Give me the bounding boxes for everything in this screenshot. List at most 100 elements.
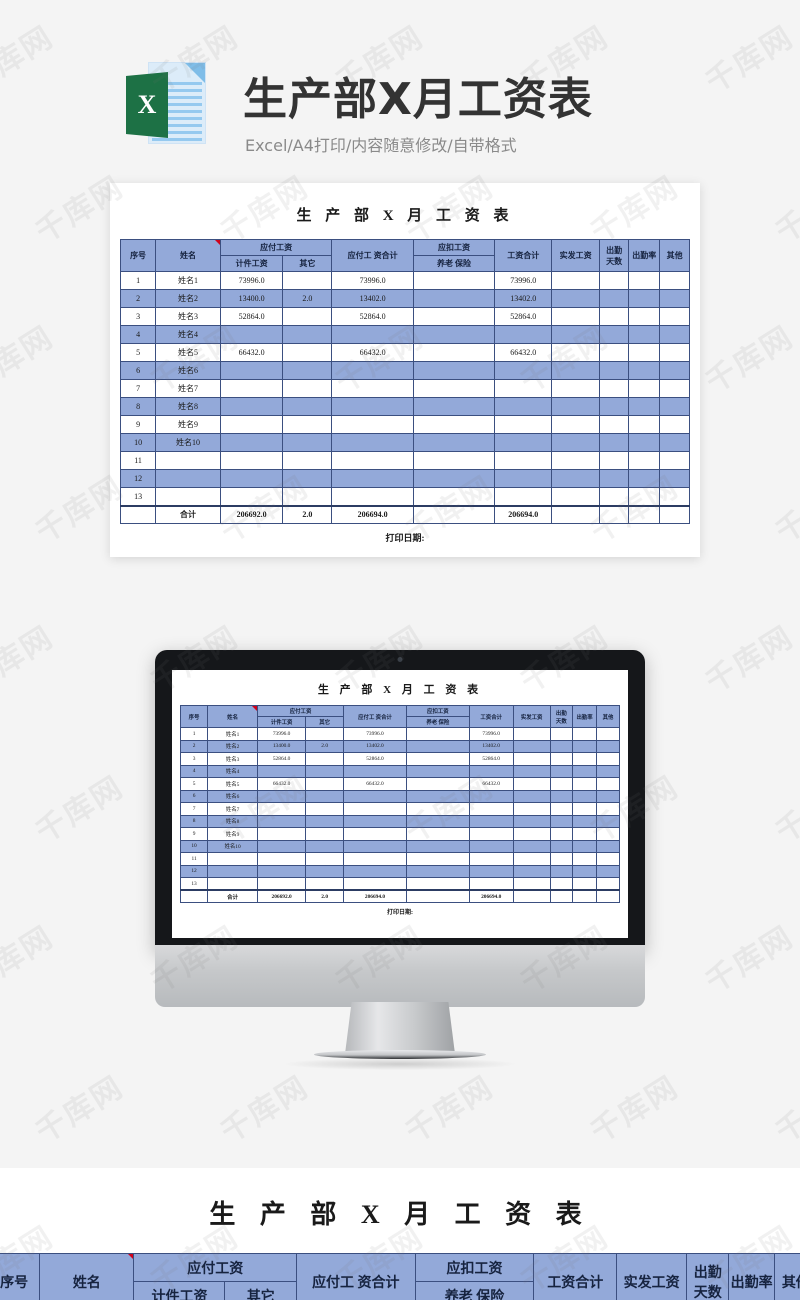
cell-other[interactable] [305, 789, 345, 803]
cell-pension-insurance[interactable] [412, 487, 496, 506]
cell-actual-pay[interactable] [512, 852, 551, 866]
cell-other[interactable] [282, 379, 333, 398]
cell-name[interactable] [155, 469, 221, 488]
col-header-piece-wage[interactable]: 计件工资 [219, 255, 284, 272]
cell-attendance-days[interactable] [599, 487, 630, 506]
cell-piece-wage[interactable] [257, 877, 307, 891]
cell-attendance-days[interactable] [599, 325, 630, 344]
cell-actual-pay[interactable] [551, 451, 601, 470]
cell-wage-total[interactable] [468, 789, 514, 803]
cell-wage-total[interactable]: 73996.0 [494, 271, 553, 290]
cell-attendance-days[interactable] [549, 839, 574, 853]
cell-wage-total[interactable] [468, 877, 514, 891]
cell-pension-insurance[interactable] [405, 852, 470, 866]
table-row[interactable]: 6 姓名6 [119, 361, 690, 380]
cell-wage-total[interactable] [494, 433, 553, 452]
cell-name[interactable]: 姓名9 [207, 827, 259, 841]
cell-wage-total[interactable]: 13402.0 [494, 289, 553, 308]
cell-misc[interactable] [596, 877, 620, 891]
cell-attendance-rate[interactable] [572, 777, 598, 791]
cell-piece-wage[interactable]: 66432.0 [219, 343, 284, 362]
cell-seq[interactable]: 4 [179, 764, 209, 778]
cell-seq[interactable]: 12 [119, 469, 157, 488]
table-row[interactable]: 6 姓名6 [179, 789, 620, 803]
cell-total-piece-wage[interactable]: 206692.0 [219, 504, 284, 524]
cell-total-attendance-days[interactable] [549, 889, 574, 903]
cell-pension-insurance[interactable] [405, 764, 470, 778]
cell-wage-total[interactable] [494, 397, 553, 416]
cell-payable-total[interactable]: 66432.0 [331, 343, 414, 362]
cell-actual-pay[interactable] [512, 727, 551, 741]
cell-misc[interactable] [659, 343, 690, 362]
cell-seq[interactable]: 9 [119, 415, 157, 434]
cell-misc[interactable] [659, 415, 690, 434]
cell-actual-pay[interactable] [512, 752, 551, 766]
cell-actual-pay[interactable] [551, 271, 601, 290]
cell-attendance-rate[interactable] [628, 415, 661, 434]
cell-pension-insurance[interactable] [412, 379, 496, 398]
table-row[interactable]: 7 姓名7 [119, 379, 690, 398]
cell-other[interactable] [282, 397, 333, 416]
table-total-row[interactable]: 合计 206692.0 2.0 206694.0 206694.0 [119, 504, 690, 524]
col-header-piece-wage[interactable]: 计件工资 [133, 1281, 226, 1300]
cell-total-other[interactable]: 2.0 [305, 889, 345, 903]
cell-actual-pay[interactable] [512, 802, 551, 816]
cell-pension-insurance[interactable] [405, 877, 470, 891]
cell-piece-wage[interactable] [257, 852, 307, 866]
cell-piece-wage[interactable]: 73996.0 [219, 271, 284, 290]
cell-payable-total[interactable] [343, 814, 407, 828]
col-header-payable-group[interactable]: 应付工资 [219, 239, 333, 256]
cell-misc[interactable] [596, 852, 620, 866]
col-header-attendance-rate[interactable]: 出勤率 [572, 705, 598, 728]
cell-attendance-rate[interactable] [572, 789, 598, 803]
col-header-actual-pay[interactable]: 实发工资 [512, 705, 551, 728]
cell-attendance-rate[interactable] [628, 271, 661, 290]
cell-actual-pay[interactable] [551, 361, 601, 380]
cell-pension-insurance[interactable] [412, 361, 496, 380]
col-header-wage-total[interactable]: 工资合计 [468, 705, 514, 728]
cell-name[interactable]: 姓名2 [207, 739, 259, 753]
cell-name[interactable]: 姓名1 [155, 271, 221, 290]
cell-pension-insurance[interactable] [405, 839, 470, 853]
cell-actual-pay[interactable] [551, 343, 601, 362]
cell-other[interactable] [305, 764, 345, 778]
table-row[interactable]: 11 [119, 451, 690, 470]
cell-piece-wage[interactable]: 66432.0 [257, 777, 307, 791]
cell-actual-pay[interactable] [551, 433, 601, 452]
cell-attendance-days[interactable] [599, 469, 630, 488]
cell-piece-wage[interactable]: 52864.0 [257, 752, 307, 766]
cell-other[interactable] [305, 814, 345, 828]
table-total-row[interactable]: 合计 206692.0 2.0 206694.0 206694.0 [179, 889, 620, 903]
cell-actual-pay[interactable] [551, 487, 601, 506]
cell-attendance-rate[interactable] [572, 864, 598, 878]
cell-other[interactable] [282, 325, 333, 344]
cell-attendance-rate[interactable] [628, 397, 661, 416]
cell-name[interactable]: 姓名4 [155, 325, 221, 344]
cell-total-pension-insurance[interactable] [405, 889, 470, 903]
col-header-misc[interactable]: 其他 [659, 239, 690, 272]
cell-seq[interactable]: 4 [119, 325, 157, 344]
cell-seq[interactable]: 13 [179, 877, 209, 891]
cell-attendance-days[interactable] [549, 764, 574, 778]
cell-payable-total[interactable]: 52864.0 [343, 752, 407, 766]
cell-other[interactable] [282, 307, 333, 326]
cell-name[interactable]: 姓名10 [207, 839, 259, 853]
cell-total-wage-total[interactable]: 206694.0 [494, 504, 553, 524]
col-header-attendance-days[interactable]: 出勤 天数 [549, 705, 574, 728]
cell-total-attendance-rate[interactable] [572, 889, 598, 903]
cell-piece-wage[interactable]: 13400.0 [219, 289, 284, 308]
cell-other[interactable]: 2.0 [305, 739, 345, 753]
cell-piece-wage[interactable] [257, 764, 307, 778]
cell-attendance-days[interactable] [549, 789, 574, 803]
cell-payable-total[interactable]: 13402.0 [343, 739, 407, 753]
cell-payable-total[interactable] [343, 877, 407, 891]
cell-actual-pay[interactable] [512, 877, 551, 891]
cell-pension-insurance[interactable] [412, 451, 496, 470]
cell-piece-wage[interactable] [219, 397, 284, 416]
cell-attendance-days[interactable] [599, 307, 630, 326]
cell-misc[interactable] [596, 864, 620, 878]
table-row[interactable]: 10 姓名10 [179, 839, 620, 853]
cell-attendance-rate[interactable] [628, 361, 661, 380]
cell-other[interactable] [305, 852, 345, 866]
cell-misc[interactable] [659, 379, 690, 398]
